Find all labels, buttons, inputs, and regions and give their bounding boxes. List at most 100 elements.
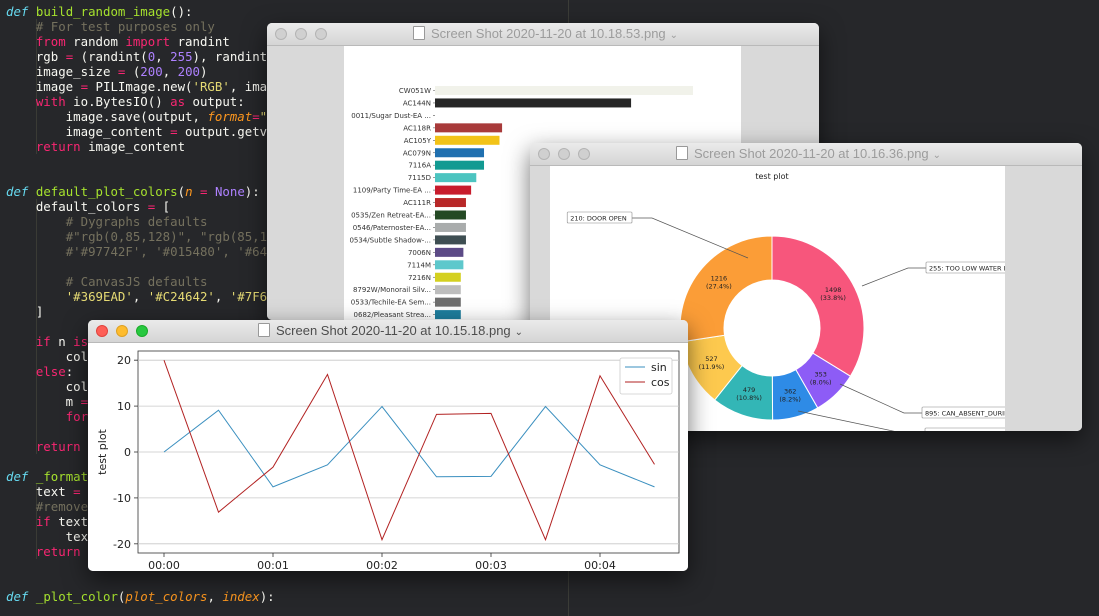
bar: [435, 310, 461, 320]
bar-label: 0011/Sugar Dust-EA ...: [351, 112, 431, 120]
minimize-button[interactable]: [295, 28, 307, 40]
code-line: # Dygraphs defaults: [65, 214, 208, 229]
code-line: def default_plot_colors(n = None):: [6, 184, 260, 199]
code-line: return t: [35, 544, 96, 559]
titlebar[interactable]: Screen Shot 2020-11-20 at 10.15.18.png ⌄: [88, 320, 688, 343]
y-axis-label: test plot: [96, 428, 109, 474]
chevron-down-icon[interactable]: ⌄: [933, 150, 941, 161]
code-line: def build_random_image():: [6, 4, 193, 19]
zoom-button[interactable]: [315, 28, 327, 40]
code-line: image_content = output.getval: [6, 124, 283, 139]
bar: [435, 272, 461, 282]
code-line: #remove: [35, 499, 89, 514]
slice-label: 1498: [825, 286, 842, 294]
code-line: if text.: [35, 514, 96, 529]
titlebar[interactable]: Screen Shot 2020-11-20 at 10.18.53.png ⌄: [267, 23, 819, 46]
code-line: text: [6, 529, 96, 544]
chevron-down-icon[interactable]: ⌄: [670, 30, 678, 41]
bar-label: AC079N: [403, 149, 431, 157]
bar-label: 7216N: [408, 274, 431, 282]
slice-label: (10.8%): [736, 394, 762, 402]
callout-line: [797, 410, 895, 431]
slice-label: (11.9%): [699, 363, 725, 371]
code-line: # CanvasJS defaults: [65, 274, 208, 289]
close-button[interactable]: [275, 28, 287, 40]
bar: [435, 198, 466, 208]
slice-label: 1216: [711, 274, 728, 282]
code-line: m =: [6, 394, 89, 409]
slice-label: 362: [784, 388, 796, 396]
donut-slice: [771, 235, 865, 377]
bar-label: 0682/Pleasant Strea...: [354, 311, 431, 319]
bar-label: AC105Y: [404, 137, 432, 145]
code-line: return image_content: [35, 139, 186, 154]
code-line: ]: [6, 304, 44, 319]
minimize-button[interactable]: [558, 148, 570, 160]
slice-label: (8.2%): [779, 396, 801, 404]
slice-label: (8.0%): [810, 378, 832, 386]
x-tick-label: 00:03: [475, 559, 507, 571]
slice-label: 479: [743, 386, 755, 394]
window-title-text: Screen Shot 2020-11-20 at 10.18.53.png: [431, 26, 666, 41]
window-title-text: Screen Shot 2020-11-20 at 10.16.36.png: [694, 146, 929, 161]
slice-label: (27.4%): [706, 282, 732, 290]
bar-label: 1109/Party Time-EA ...: [353, 187, 431, 195]
x-tick-label: 00:02: [366, 559, 398, 571]
document-icon: [258, 323, 270, 337]
line-chart-window[interactable]: Screen Shot 2020-11-20 at 10.15.18.png ⌄ …: [88, 320, 688, 571]
code-line: rgb = (randint(0, 255), randint(0: [6, 49, 282, 64]
zoom-button[interactable]: [136, 325, 148, 337]
titlebar[interactable]: Screen Shot 2020-11-20 at 10.16.36.png ⌄: [530, 143, 1082, 166]
bar: [435, 297, 461, 307]
code-line: text = s: [6, 484, 96, 499]
bar: [435, 210, 466, 220]
legend-label: cos: [651, 376, 670, 389]
callout-line: [861, 267, 926, 287]
close-button[interactable]: [538, 148, 550, 160]
window-title-text: Screen Shot 2020-11-20 at 10.15.18.png: [276, 323, 511, 338]
code-line: def _plot_color(plot_colors, index):: [6, 589, 275, 604]
code-line: image = PILImage.new('RGB', image_: [6, 79, 290, 94]
slice-label: 527: [705, 355, 717, 363]
bar: [435, 86, 693, 95]
code-line: for: [65, 409, 89, 424]
y-tick-label: 0: [124, 446, 131, 459]
code-line: image_size = (200, 200): [6, 64, 208, 79]
code-line: image.save(output, format="PN: [6, 109, 282, 124]
x-tick-label: 00:00: [148, 559, 180, 571]
bar-label: AC111R: [403, 199, 431, 207]
code-line: with io.BytesIO() as output:: [35, 94, 245, 109]
y-tick-label: -20: [113, 538, 131, 551]
code-line: return c: [35, 439, 96, 454]
bar: [435, 222, 466, 232]
legend-label: sin: [651, 361, 667, 374]
chevron-down-icon[interactable]: ⌄: [515, 327, 523, 338]
zoom-button[interactable]: [578, 148, 590, 160]
code-line: if n is: [35, 334, 89, 349]
code-line: else:: [35, 364, 74, 379]
bar-label: AC144N: [403, 99, 431, 107]
callout-label: 210: DOOR OPEN: [570, 215, 627, 223]
code-line: colo: [6, 349, 96, 364]
bar: [435, 285, 461, 295]
bar: [435, 160, 485, 170]
code-line: #'#97742F', '#015480', '#648B: [65, 244, 283, 259]
callout-label: 895: CAN_ABSENT_DURING_DI: [925, 410, 1005, 418]
bar-label: AC118R: [403, 124, 431, 132]
bar: [435, 173, 477, 183]
bar: [435, 247, 464, 257]
chart-title: test plot: [755, 172, 788, 181]
window-title: Screen Shot 2020-11-20 at 10.18.53.png ⌄: [413, 23, 678, 45]
close-button[interactable]: [96, 325, 108, 337]
x-tick-label: 00:01: [257, 559, 289, 571]
y-tick-label: 10: [117, 400, 131, 413]
y-tick-label: -10: [113, 492, 131, 505]
bar-label: 7116A: [408, 162, 431, 170]
bar: [435, 123, 503, 133]
x-tick-label: 00:04: [584, 559, 616, 571]
y-tick-label: 20: [117, 354, 131, 367]
minimize-button[interactable]: [116, 325, 128, 337]
callout-label: 255: TOO LOW WATER LEVEL: [929, 265, 1005, 273]
bar-label: 0534/Subtle Shadow-...: [349, 236, 431, 244]
window-title: Screen Shot 2020-11-20 at 10.15.18.png ⌄: [258, 320, 523, 342]
